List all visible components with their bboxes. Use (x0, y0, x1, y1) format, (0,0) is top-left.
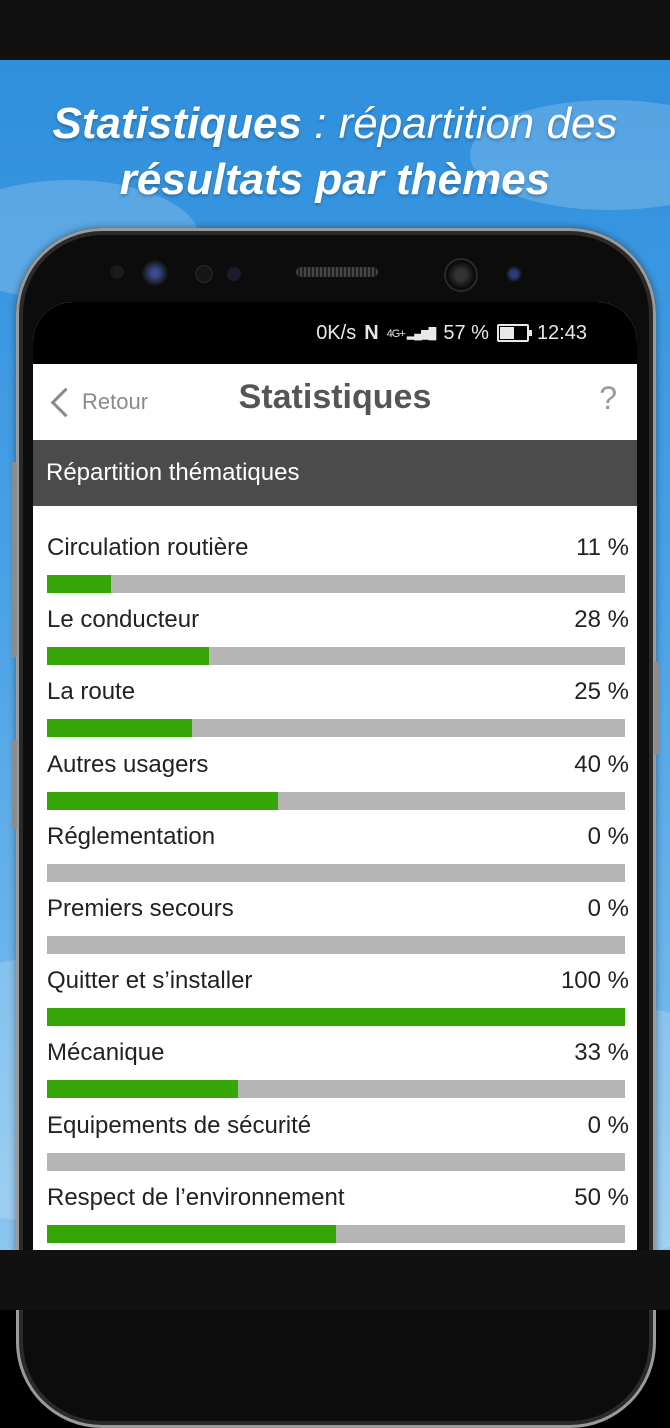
headline-bold: Statistiques (52, 99, 302, 148)
stat-line: Le conducteur 28 % (47, 605, 629, 635)
progress-fill (47, 1224, 336, 1243)
progress-track (47, 935, 625, 954)
stat-line: Réglementation 0 % (47, 822, 629, 852)
section-title: Répartition thématiques (46, 459, 300, 486)
iris-led-icon (506, 266, 522, 282)
stat-percent: 40 % (574, 750, 629, 778)
section-header: Répartition thématiques (33, 440, 637, 506)
stat-percent: 33 % (574, 1039, 629, 1067)
progress-track (47, 1224, 625, 1243)
network-type: 4G+ (386, 327, 406, 340)
headline-line2: résultats par thèmes (119, 155, 551, 204)
stat-line: Respect de l’environnement 50 % (47, 1183, 629, 1213)
stat-line: Quitter et s’installer 100 % (47, 966, 629, 996)
app-screen: 0K/s N 4G+ ▂▄▆█ 57 % 12:43 Retour Statis… (33, 302, 637, 1250)
stat-label: Respect de l’environnement (47, 1183, 345, 1211)
light-sensor-icon (227, 267, 241, 281)
progress-track (47, 1080, 625, 1099)
earpiece-speaker (296, 267, 378, 277)
stat-label: Le conducteur (47, 606, 200, 634)
stat-line: La route 25 % (47, 677, 629, 707)
stat-line: Equipements de sécurité 0 % (47, 1111, 629, 1141)
stat-row: Autres usagers 40 % (33, 737, 637, 810)
front-camera-icon (444, 258, 478, 292)
nfc-icon: N (364, 321, 379, 344)
stat-row: La route 25 % (33, 664, 637, 738)
stat-label: Equipements de sécurité (47, 1111, 312, 1139)
headline-rest: : répartition des (301, 99, 618, 148)
stat-row: Réglementation 0 % (33, 809, 637, 882)
stat-label: Autres usagers (47, 750, 209, 778)
page-title: Statistiques (238, 378, 432, 416)
stat-line: Premiers secours 0 % (47, 894, 629, 924)
stat-line: Circulation routière 11 % (47, 533, 629, 563)
stat-row: Circulation routière 11 % (33, 520, 637, 593)
stat-label: Quitter et s’installer (47, 967, 253, 995)
stat-row: Respect de l’environnement 50 % (33, 1170, 637, 1243)
stat-row: Le conducteur 28 % (33, 592, 637, 666)
progress-fill (47, 1008, 625, 1027)
network-speed: 0K/s (316, 321, 357, 344)
progress-fill (47, 647, 209, 666)
sensor-icon (110, 265, 124, 279)
progress-fill (47, 1080, 238, 1099)
stat-percent: 0 % (587, 894, 629, 922)
stat-label: La route (47, 678, 136, 706)
bottom-black-band (0, 1250, 670, 1310)
progress-track (47, 647, 625, 666)
stat-line: Mécanique 33 % (47, 1038, 629, 1068)
stat-row: Equipements de sécurité 0 % (33, 1098, 637, 1171)
stat-percent: 0 % (587, 822, 629, 850)
progress-fill (47, 791, 279, 810)
proximity-sensor-icon (195, 265, 213, 283)
stats-list: Circulation routière 11 % Le conducteur 28 … (33, 506, 637, 1243)
progress-track (47, 1008, 625, 1027)
signal-icon: 4G+ ▂▄▆█ (386, 327, 437, 340)
progress-track (47, 1152, 625, 1171)
iris-scanner-icon (142, 260, 168, 286)
stat-percent: 0 % (587, 1111, 629, 1139)
stat-label: Réglementation (47, 822, 216, 850)
stat-label: Premiers secours (47, 894, 234, 922)
stat-label: Circulation routière (47, 534, 249, 561)
volume-button (12, 462, 17, 657)
help-icon[interactable]: ? (599, 380, 617, 417)
progress-fill (47, 575, 111, 593)
stat-percent: 100 % (560, 967, 629, 995)
clock: 12:43 (536, 321, 587, 344)
stat-line: Autres usagers 40 % (47, 750, 629, 780)
promo-headline: Statistiques : répartition des résultats… (0, 96, 670, 208)
stat-row: Quitter et s’installer 100 % (33, 953, 637, 1027)
stat-percent: 50 % (574, 1183, 629, 1211)
status-bar: 0K/s N 4G+ ▂▄▆█ 57 % 12:43 (33, 302, 637, 364)
progress-track (47, 719, 625, 738)
top-black-band (0, 0, 670, 60)
progress-track (47, 575, 625, 593)
bixby-button (12, 740, 17, 830)
stat-row: Mécanique 33 % (33, 1025, 637, 1099)
progress-track (47, 863, 625, 882)
progress-track (47, 791, 625, 810)
stat-percent: 25 % (574, 678, 629, 706)
stat-percent: 28 % (574, 606, 629, 634)
progress-fill (47, 719, 192, 738)
stat-row: Premiers secours 0 % (33, 881, 637, 954)
battery-icon (496, 324, 532, 342)
stat-label: Mécanique (47, 1039, 165, 1067)
navigation-bar: Retour Statistiques ? (33, 364, 637, 440)
stat-percent: 11 % (576, 534, 629, 561)
battery-percent: 57 % (443, 321, 489, 344)
power-button (654, 662, 659, 754)
